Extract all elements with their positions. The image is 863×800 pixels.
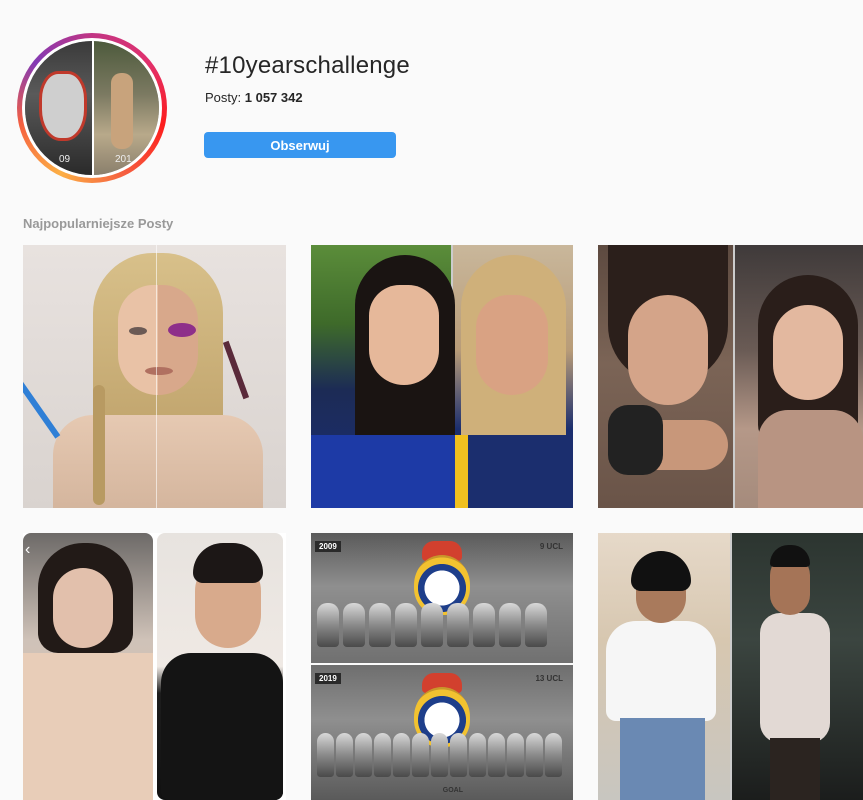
trophy-icon: [317, 603, 339, 647]
post-4-shirt-right: [161, 653, 283, 800]
trophy-icon: [526, 733, 543, 777]
post-2-jerseys: [311, 435, 573, 508]
post-5-year-bottom: 2019: [315, 673, 341, 684]
post-2-face-left: [369, 285, 439, 385]
post-5-watermark: GOAL: [442, 787, 463, 794]
posts-count: Posty: 1 057 342: [205, 90, 303, 105]
avatar-divider: [92, 41, 94, 175]
post-5-ucl-top: 9 UCL: [539, 542, 563, 551]
post-3-phone: [608, 405, 663, 475]
avatar-image: 09 201: [25, 41, 159, 175]
post-3-body-right: [758, 410, 863, 508]
trophy-icon: [393, 733, 410, 777]
post-6-legs-right: [770, 738, 820, 800]
trophy-icon: [355, 733, 372, 777]
trophy-icon: [395, 603, 417, 647]
trophy-icon: [469, 733, 486, 777]
trophy-icon: [488, 733, 505, 777]
avatar-mask-figure: [39, 71, 87, 141]
post-1-pen: [23, 361, 61, 439]
post-5-ucl-bottom: 13 UCL: [535, 674, 563, 683]
top-posts-heading: Najpopularniejsze Posty: [23, 216, 174, 231]
trophy-icon: [374, 733, 391, 777]
post-1-braid: [93, 385, 105, 505]
post-2-face-right: [476, 295, 548, 395]
posts-count-value: 1 057 342: [244, 90, 303, 105]
post-3-face-right: [773, 305, 843, 400]
post-thumbnail-2[interactable]: [311, 245, 573, 508]
avatar-person-figure: [111, 73, 133, 149]
post-3-face-left: [628, 295, 708, 405]
post-1-body: [53, 415, 263, 508]
post-thumbnail-1[interactable]: [23, 245, 286, 508]
post-6-shirt-right: [760, 613, 830, 743]
post-1-eye-right: [168, 323, 196, 337]
trophy-icon: [450, 733, 467, 777]
follow-button[interactable]: Obserwuj: [204, 132, 396, 158]
trophy-icon: [507, 733, 524, 777]
trophy-icon: [525, 603, 547, 647]
trophy-icon: [369, 603, 391, 647]
avatar-year-right: 201: [115, 154, 132, 165]
trophy-icon: [317, 733, 334, 777]
chevron-left-icon: ‹: [25, 541, 31, 558]
post-6-jeans-left: [620, 718, 705, 800]
post-4-body-left: [23, 653, 153, 800]
posts-count-label: Posty:: [205, 90, 242, 105]
post-5-year-top: 2009: [315, 541, 341, 552]
trophy-icon: [499, 603, 521, 647]
post-thumbnail-6[interactable]: [598, 533, 863, 800]
post-1-brush: [222, 340, 250, 400]
trophy-icon: [412, 733, 429, 777]
post-1-face: [118, 285, 198, 395]
post-thumbnail-4[interactable]: ‹: [23, 533, 286, 800]
post-1-split-line: [156, 245, 157, 508]
post-5-trophies-top: [317, 603, 547, 647]
post-thumbnail-3[interactable]: [598, 245, 863, 508]
post-1-lips: [145, 367, 173, 375]
trophy-icon: [545, 733, 562, 777]
hashtag-title: #10yearschallenge: [205, 52, 410, 79]
post-5-divider: [311, 663, 573, 665]
trophy-icon: [473, 603, 495, 647]
trophy-icon: [447, 603, 469, 647]
trophy-icon: [336, 733, 353, 777]
post-1-eye-left: [129, 327, 147, 335]
avatar-border: 09 201: [22, 38, 162, 178]
post-thumbnail-5[interactable]: 2009 9 UCL 2019 13 UCL GOAL: [311, 533, 573, 800]
trophy-icon: [343, 603, 365, 647]
post-4-face-left: [53, 568, 113, 648]
avatar-year-left: 09: [59, 154, 71, 165]
post-6-shirt-left: [606, 621, 716, 721]
post-5-trophies-bottom: [317, 733, 562, 777]
trophy-icon: [421, 603, 443, 647]
trophy-icon: [431, 733, 448, 777]
hashtag-avatar: 09 201: [17, 33, 167, 183]
